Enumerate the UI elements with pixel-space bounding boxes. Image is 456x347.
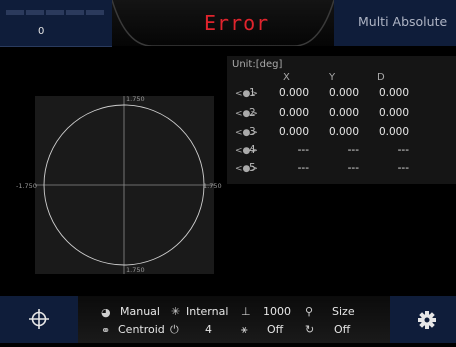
- size-icon: ⚲: [305, 305, 314, 318]
- target-plot-graphic: [35, 96, 214, 274]
- centroid-icon: ⚭: [101, 324, 111, 337]
- row-index: 2: [249, 107, 256, 119]
- table-row: <●> 3 0.000 0.000 0.000: [227, 126, 456, 142]
- value-d: ---: [397, 144, 409, 156]
- exposure-value: 1000: [263, 305, 291, 318]
- counter-box[interactable]: 0: [0, 0, 112, 47]
- timer-value: 4: [205, 323, 212, 336]
- value-y: ---: [347, 144, 359, 156]
- value-x: 0.000: [278, 126, 309, 138]
- light-status: Internal: [186, 305, 229, 318]
- page-title: Error: [204, 11, 270, 35]
- value-d: 0.000: [378, 107, 409, 119]
- value-d: 0.000: [378, 87, 409, 99]
- unit-label: Unit:[deg]: [232, 59, 283, 70]
- column-header-y: Y: [329, 72, 336, 83]
- timer-icon: ⏻: [170, 323, 179, 336]
- axis-label-left: -1.750: [16, 182, 37, 190]
- table-row: <●> 4 --- --- ---: [227, 144, 456, 160]
- row-index: 1: [249, 87, 256, 99]
- table-row: <●> 2 0.000 0.000 0.000: [227, 107, 456, 123]
- value-y: ---: [347, 162, 359, 174]
- value-y: 0.000: [328, 126, 359, 138]
- axis-label-bottom: 1.750: [126, 266, 145, 274]
- axis-label-right: 1.750: [203, 182, 222, 190]
- value-x: ---: [297, 162, 309, 174]
- counter-value: 0: [38, 26, 45, 37]
- mode-label: Multi Absolute: [358, 14, 448, 29]
- row-index: 4: [249, 144, 256, 156]
- row-index: 3: [249, 126, 256, 138]
- crosshair-icon: [29, 309, 49, 329]
- row-index: 5: [249, 162, 256, 174]
- counter-indicator: [6, 10, 104, 15]
- value-x: ---: [297, 144, 309, 156]
- settings-button[interactable]: [390, 296, 456, 343]
- mode-status: Manual: [120, 305, 160, 318]
- top-bar: 0 Error Multi Absolute: [0, 0, 456, 47]
- value-y: 0.000: [328, 87, 359, 99]
- value-d: ---: [397, 162, 409, 174]
- size-value: Off: [334, 323, 351, 336]
- manual-mode-icon: ◕: [101, 306, 111, 319]
- method-status: Centroid: [118, 323, 165, 336]
- value-x: 0.000: [278, 107, 309, 119]
- size-label: Size: [332, 305, 355, 318]
- column-header-d: D: [377, 72, 385, 83]
- column-header-x: X: [283, 72, 290, 83]
- value-d: 0.000: [378, 126, 409, 138]
- value-x: 0.000: [278, 87, 309, 99]
- filter-status: Off: [267, 323, 284, 336]
- target-button[interactable]: [0, 296, 78, 343]
- table-row: <●> 1 0.000 0.000 0.000: [227, 87, 456, 103]
- exposure-icon: ⊥: [241, 305, 251, 318]
- value-y: 0.000: [328, 107, 359, 119]
- gear-icon: [418, 311, 436, 329]
- target-plot: 1.750 1.750 -1.750 1.750: [16, 95, 222, 274]
- table-row: <●> 5 --- --- ---: [227, 162, 456, 178]
- light-icon: ✳: [171, 305, 181, 318]
- axis-label-top: 1.750: [126, 95, 145, 103]
- filter-icon: ⚹: [241, 323, 248, 336]
- error-table: Unit:[deg] X Y D <●> 1 0.000 0.000 0.000…: [227, 56, 456, 184]
- rotate-icon: ↻: [305, 323, 315, 336]
